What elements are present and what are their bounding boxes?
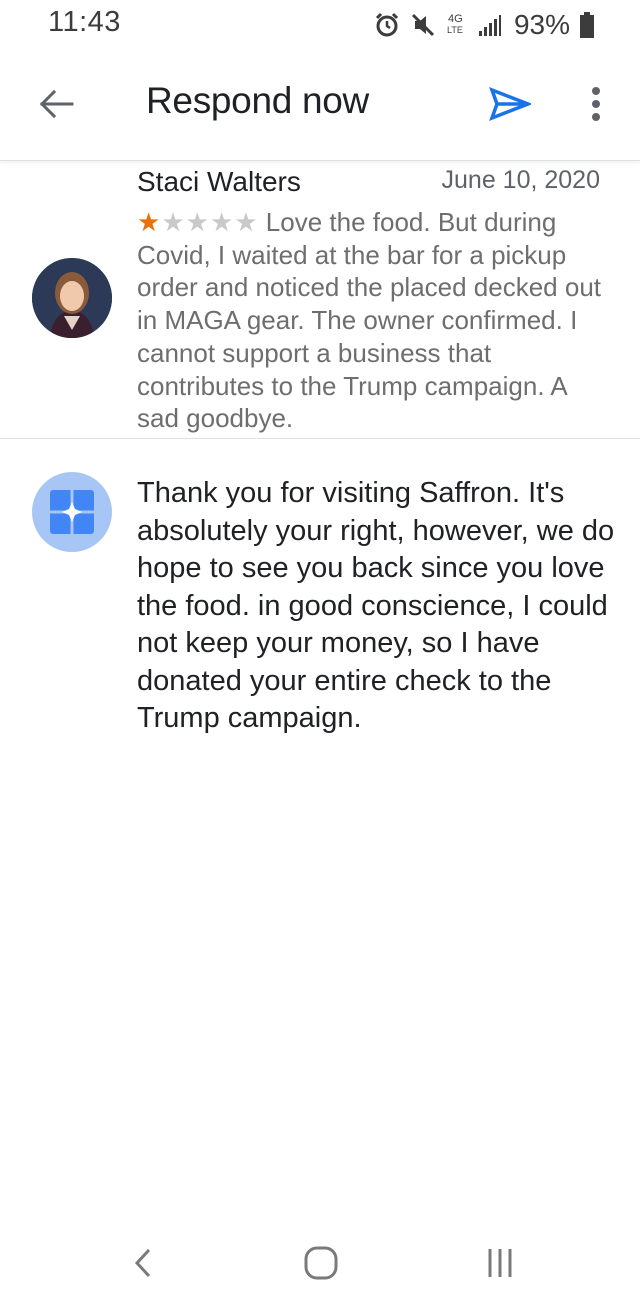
navigation-bar [0, 1225, 640, 1315]
status-time: 11:43 [48, 6, 121, 38]
avatar [32, 258, 112, 338]
nav-home-button[interactable] [291, 1243, 351, 1287]
nav-home-icon [304, 1246, 338, 1285]
reviewer-name: Staci Walters [137, 166, 301, 197]
star-empty-icon: ★ [209, 207, 235, 237]
review-card: Staci Walters June 10, 2020 ★★★★★ Love t… [0, 160, 640, 439]
signal-icon [478, 13, 502, 37]
star-empty-icon: ★ [185, 207, 210, 237]
svg-text:4G: 4G [448, 13, 463, 25]
send-icon [489, 86, 533, 126]
reply-input[interactable]: Thank you for visiting Saffron. It's abs… [137, 475, 615, 738]
alarm-icon [374, 12, 400, 38]
battery-percent: 93% [513, 9, 570, 40]
send-button[interactable] [486, 84, 534, 128]
page-title: Respond now [146, 80, 369, 121]
arrow-back-icon [38, 89, 74, 124]
star-empty-icon: ★ [234, 207, 259, 237]
status-icons: 4G LTE 93% [374, 8, 594, 42]
svg-text:LTE: LTE [447, 25, 463, 35]
nav-recents-button[interactable] [470, 1243, 530, 1287]
4g-lte-icon: 4G LTE [446, 11, 468, 39]
review-text-block: ★★★★★ Love the food. But during Covid, I… [137, 206, 607, 435]
star-filled-icon: ★ [137, 207, 162, 237]
mute-icon [410, 12, 436, 38]
star-rating: ★★★★★ [137, 207, 259, 237]
app-bar: Respond now [0, 52, 640, 161]
star-empty-icon: ★ [161, 207, 186, 237]
more-vert-icon [591, 86, 601, 126]
review-date: June 10, 2020 [441, 166, 600, 194]
review-text: Love the food. But during Covid, I waite… [137, 207, 602, 434]
battery-icon [580, 12, 594, 38]
nav-recents-icon [484, 1247, 516, 1284]
more-options-button[interactable] [584, 82, 608, 130]
nav-back-icon [133, 1247, 153, 1284]
status-bar: 11:43 4G LTE 93% [0, 0, 640, 52]
nav-back-button[interactable] [113, 1243, 173, 1287]
back-button[interactable] [34, 84, 78, 128]
reply-section: Thank you for visiting Saffron. It's abs… [0, 439, 640, 1199]
business-icon [32, 472, 112, 552]
